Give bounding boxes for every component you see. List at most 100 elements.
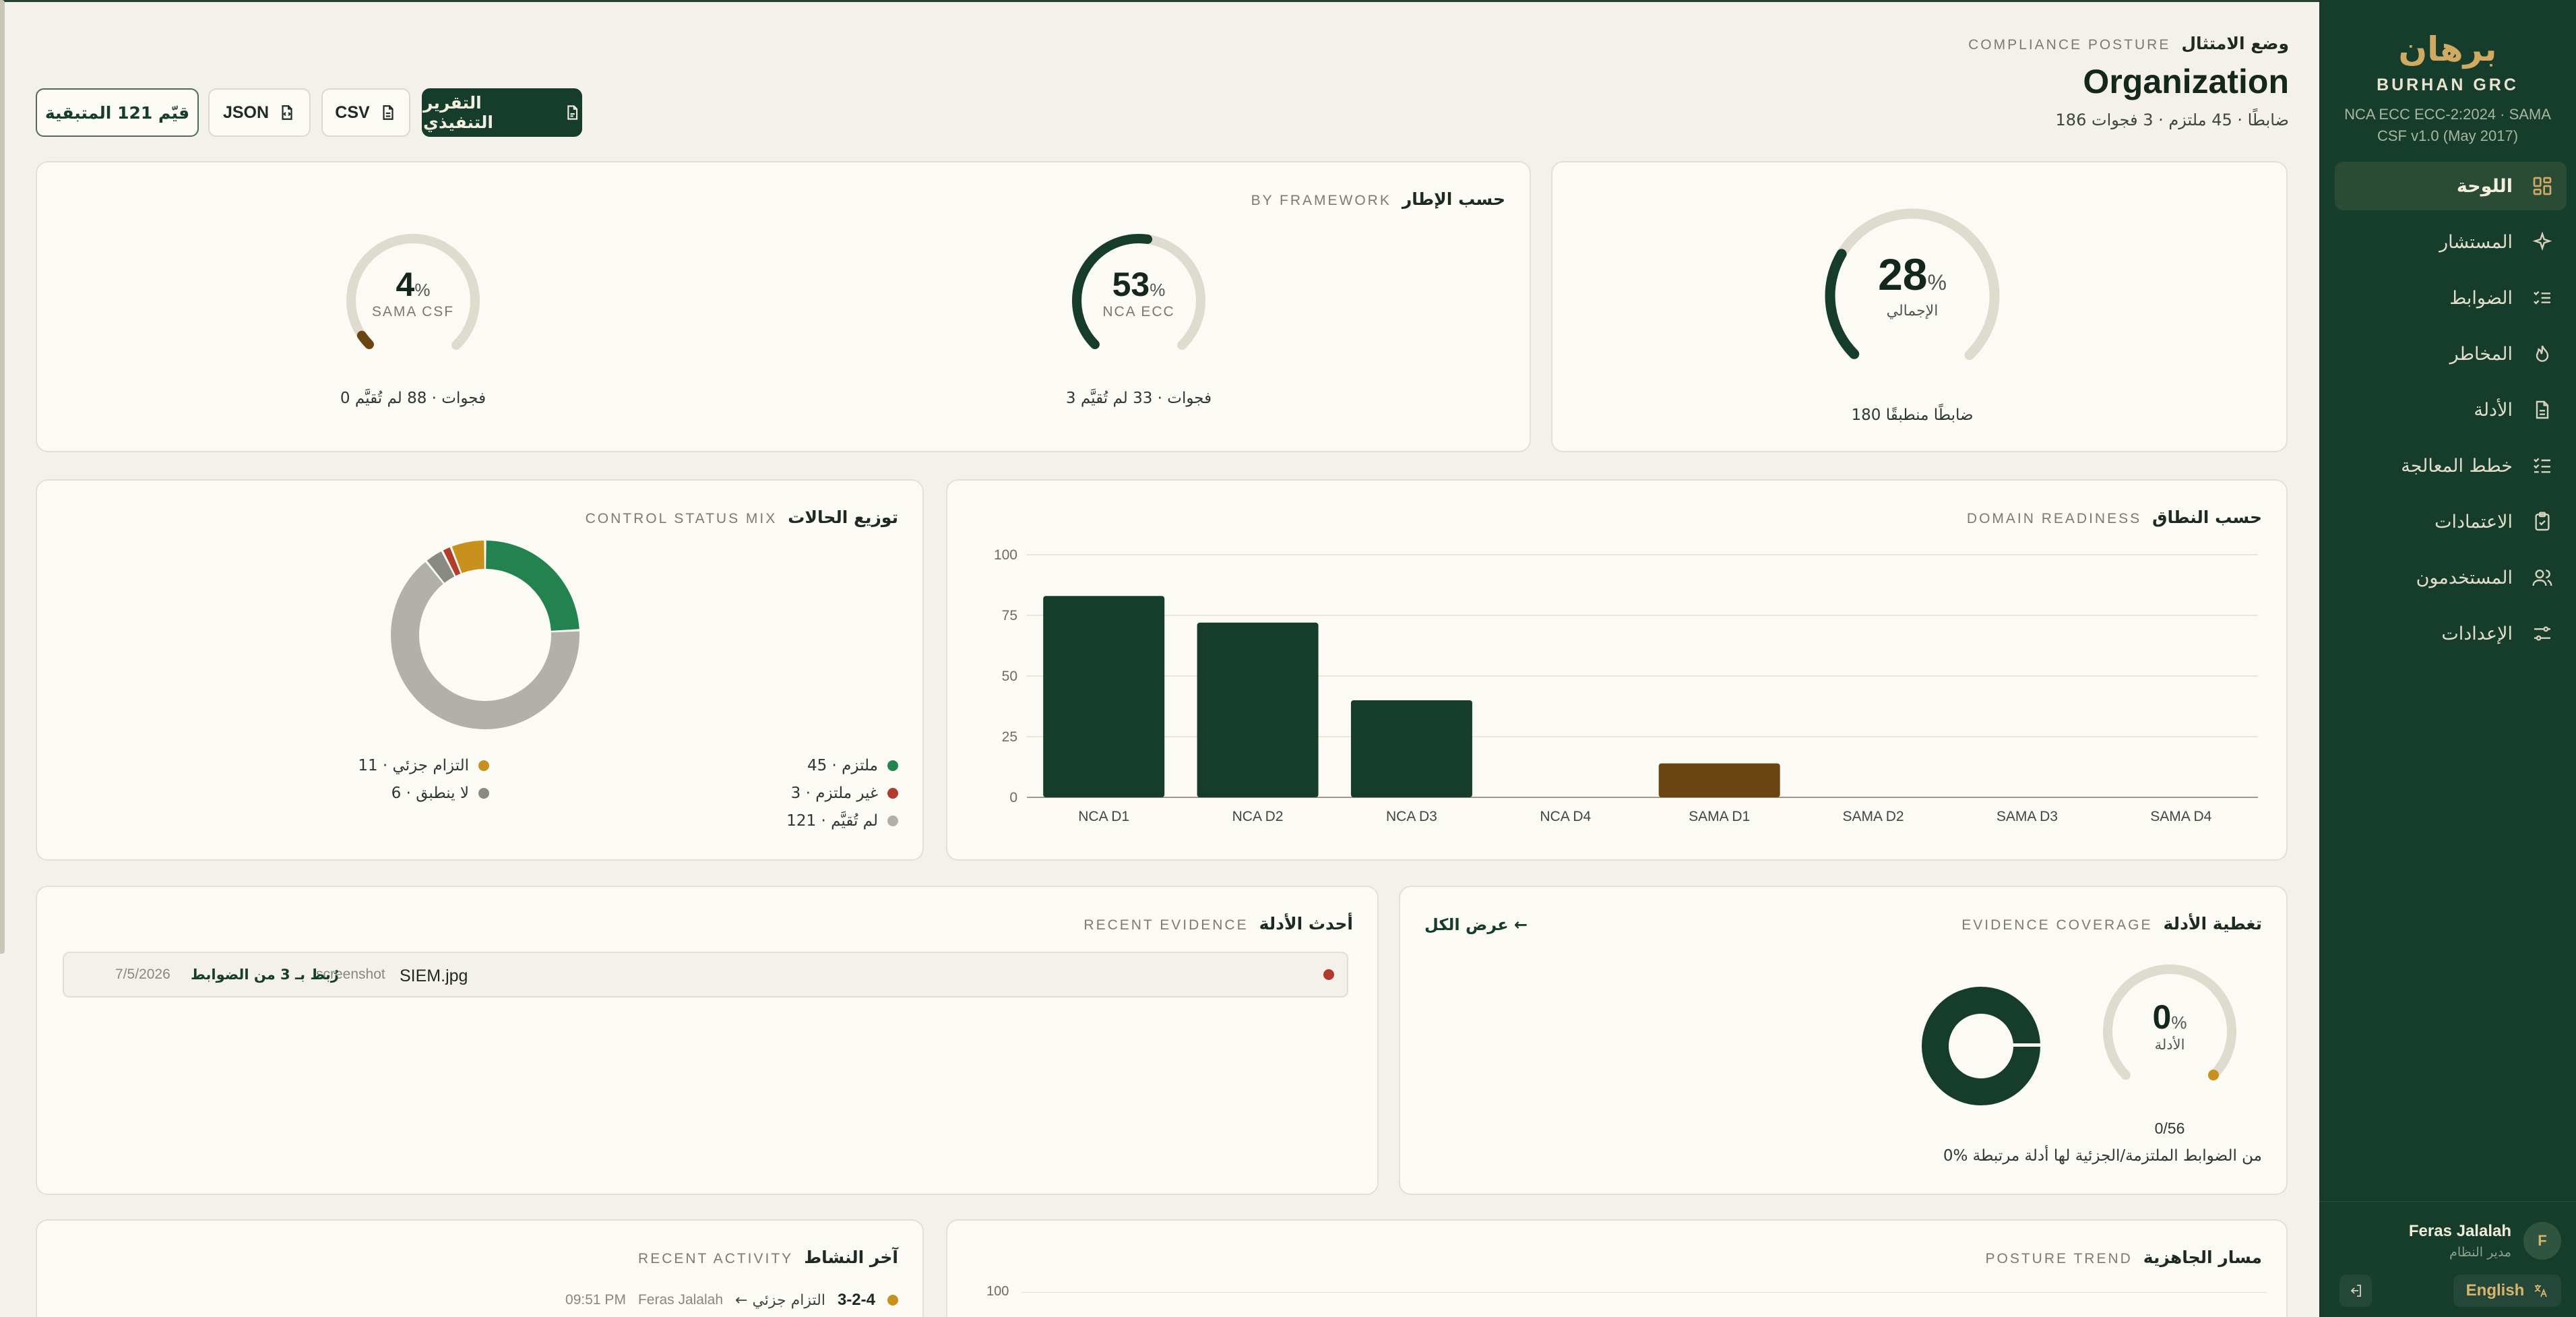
nav-item-evidence[interactable]: الأدلة [2335, 386, 2567, 434]
clipboard-check-icon [2535, 512, 2550, 531]
status-dot [887, 1295, 898, 1306]
nav-label: المستخدمون [2416, 567, 2513, 588]
nav-label: خطط المعالجة [2401, 455, 2513, 477]
x-tick-label: NCA D1 [1078, 809, 1129, 824]
nca-ecc-footer: 3 فجوات · 33 لم تُقيَّم [1065, 390, 1212, 407]
view-all-link[interactable]: عرض الكل ← [1424, 915, 1528, 934]
y-tick-label: 75 [1002, 608, 1017, 623]
legend-compliant: ملتزم · 45 [807, 757, 898, 774]
recent-evidence-card: RECENT EVIDENCE أحدث الأدلة SIEM.jpg scr… [36, 886, 1379, 1195]
overall-value: 28% الإجمالي [1814, 249, 2011, 319]
status-mix-donut [391, 541, 579, 729]
legend-dot [887, 788, 898, 799]
x-tick-label: NCA D2 [1232, 809, 1284, 824]
nav-item-dashboard[interactable]: اللوحة [2335, 162, 2567, 210]
donut-slice [486, 541, 579, 631]
overall-footer: 180 ضابطًا منطبقًا [1851, 406, 1974, 424]
nav-item-settings[interactable]: الإعدادات [2335, 609, 2567, 658]
card-title-en: RECENT EVIDENCE [1083, 917, 1249, 933]
user-role: مدير النظام [2449, 1245, 2511, 1260]
card-header: RECENT ACTIVITY آخر النشاط [638, 1248, 898, 1267]
nav-item-risks[interactable]: المخاطر [2335, 330, 2567, 378]
list-check-icon [2534, 458, 2550, 473]
evidence-footer: 0% من الضوابط الملتزمة/الجزئية لها أدلة … [1943, 1147, 2262, 1165]
page-subtitle: 186 ضابطًا · 45 ملتزم · 3 فجوات [2055, 111, 2289, 129]
sama-csf-footer: 0 فجوات · 88 لم تُقيَّم [340, 390, 486, 407]
activity-user: Feras Jalalah [637, 1292, 723, 1308]
nav-item-controls[interactable]: الضوابط [2335, 274, 2567, 322]
assess-remaining-label: قيّم 121 المتبقية [44, 102, 190, 123]
nca-ecc-number: 53 [1112, 266, 1150, 303]
evidence-caption: الأدلة [2154, 1037, 2185, 1053]
y-tick-label: 0 [1009, 790, 1017, 805]
sparkle-icon [2532, 231, 2552, 251]
sama-csf-name: SAMA CSF [371, 304, 455, 319]
x-tick-label: SAMA D1 [1689, 809, 1750, 824]
y-tick-label: 25 [1002, 729, 1017, 745]
evidence-file-name: SIEM.jpg [400, 967, 468, 985]
nav-item-users[interactable]: المستخدمون [2335, 553, 2567, 602]
card-header: EVIDENCE COVERAGE تغطية الأدلة [1961, 914, 2262, 933]
activity-time: 09:51 PM [565, 1292, 626, 1308]
export-csv-button[interactable]: CSV [321, 88, 410, 137]
executive-report-button[interactable]: التقرير التنفيذي [422, 88, 582, 137]
nav-label: الإعدادات [2441, 623, 2513, 644]
nav-item-remediation[interactable]: خطط المعالجة [2335, 441, 2567, 490]
bar [1350, 700, 1472, 797]
card-title-en: RECENT ACTIVITY [638, 1251, 794, 1266]
translate-icon [2534, 1285, 2548, 1297]
sama-csf-value: 4% SAMA CSF [342, 265, 484, 320]
legend-dot [478, 760, 489, 771]
evidence-list-item[interactable]: SIEM.jpg screenshot رُبط بـ 3 من الضوابط… [63, 952, 1348, 998]
file-code-icon [282, 105, 292, 120]
logout-button[interactable] [2339, 1275, 2372, 1307]
legend-not-assessed: لم تُقيَّم · 121 [786, 812, 898, 830]
card-title-ar: حسب الإطار [1402, 189, 1505, 209]
nav-item-advisor[interactable]: المستشار [2335, 218, 2567, 266]
csv-label: CSV [335, 102, 370, 122]
card-header: RECENT EVIDENCE أحدث الأدلة [1083, 914, 1353, 933]
legend-label: لم تُقيَّم · 121 [786, 812, 878, 830]
page-eyebrow: COMPLIANCE POSTURE وضع الامتثال [1968, 34, 2289, 53]
user-profile[interactable]: Feras Jalalah مدير النظام F [2409, 1222, 2561, 1260]
card-title-ar: آخر النشاط [804, 1248, 898, 1267]
card-title-ar: توزيع الحالات [788, 508, 898, 527]
evidence-link-count: رُبط بـ 3 من الضوابط [191, 967, 339, 983]
status-mix-card: CONTROL STATUS MIX توزيع الحالات ملتزم ·… [36, 479, 924, 861]
assess-remaining-button[interactable]: قيّم 121 المتبقية [36, 88, 199, 137]
export-json-button[interactable]: JSON [208, 88, 311, 137]
logout-icon [2350, 1285, 2361, 1297]
card-header: CONTROL STATUS MIX توزيع الحالات [586, 508, 898, 527]
legend-label: ملتزم · 45 [807, 757, 878, 774]
nav-label: الاعتمادات [2434, 511, 2513, 532]
card-title-en: BY FRAMEWORK [1251, 193, 1391, 208]
legend-partial: التزام جزئي · 11 [358, 757, 489, 774]
activity-item[interactable]: 09:51 PM Feras Jalalah ← التزام جزئي 3-2… [565, 1291, 898, 1310]
evidence-coverage-card: EVIDENCE COVERAGE تغطية الأدلة عرض الكل … [1399, 886, 2288, 1195]
activity-control-code: 3-2-4 [837, 1291, 875, 1309]
nav-item-approvals[interactable]: الاعتمادات [2335, 497, 2567, 546]
nav-label: المستشار [2439, 231, 2513, 253]
legend-noncompliant: غير ملتزم · 3 [791, 785, 898, 802]
sliders-icon [2534, 626, 2550, 641]
file-icon [383, 105, 394, 120]
activity-change: ← التزام جزئي [735, 1291, 825, 1309]
scrollbar-thumb[interactable] [0, 0, 5, 954]
executive-report-label: التقرير التنفيذي [423, 93, 493, 132]
evidence-date: 7/5/2026 [115, 967, 170, 982]
language-toggle-button[interactable]: English [2453, 1275, 2561, 1307]
card-title-ar: تغطية الأدلة [2163, 914, 2262, 933]
percent-sign: % [1927, 270, 1947, 295]
brand-frameworks: NCA ECC ECC-2:2024 · SAMA CSF v1.0 (May … [2344, 106, 2551, 144]
eyebrow-en: COMPLIANCE POSTURE [1968, 37, 2171, 53]
y-tick-label: 100 [994, 547, 1017, 563]
top-border [0, 0, 2319, 2]
users-icon [2532, 570, 2552, 586]
eyebrow-ar: وضع الامتثال [2181, 34, 2289, 53]
trend-gridline [1022, 1292, 2267, 1293]
card-header: BY FRAMEWORK حسب الإطار [1251, 189, 1505, 209]
legend-dot [887, 816, 898, 826]
json-label: JSON [222, 102, 270, 122]
legend-dot [887, 760, 898, 771]
nav-label: اللوحة [2456, 175, 2513, 197]
